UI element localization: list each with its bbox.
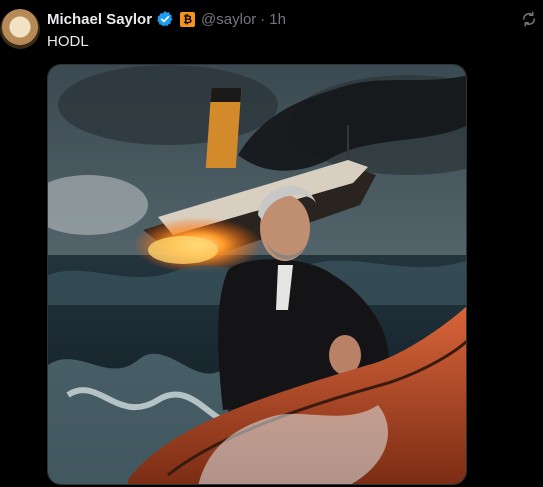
author-name[interactable]: Michael Saylor <box>47 11 152 28</box>
tweet-image[interactable] <box>47 64 467 485</box>
image-artwork <box>48 65 466 484</box>
tweet-timestamp[interactable]: 1h <box>269 11 286 28</box>
verified-check-icon <box>156 10 174 28</box>
tweet-text: HODL <box>47 33 89 50</box>
refresh-icon[interactable] <box>520 10 538 28</box>
bitcoin-badge-icon: ₿ <box>180 11 196 27</box>
tweet-header: Michael Saylor ₿ @saylor · 1h <box>47 9 286 29</box>
avatar[interactable] <box>0 9 40 49</box>
separator-dot: · <box>260 10 266 28</box>
author-handle[interactable]: @saylor <box>201 11 256 28</box>
